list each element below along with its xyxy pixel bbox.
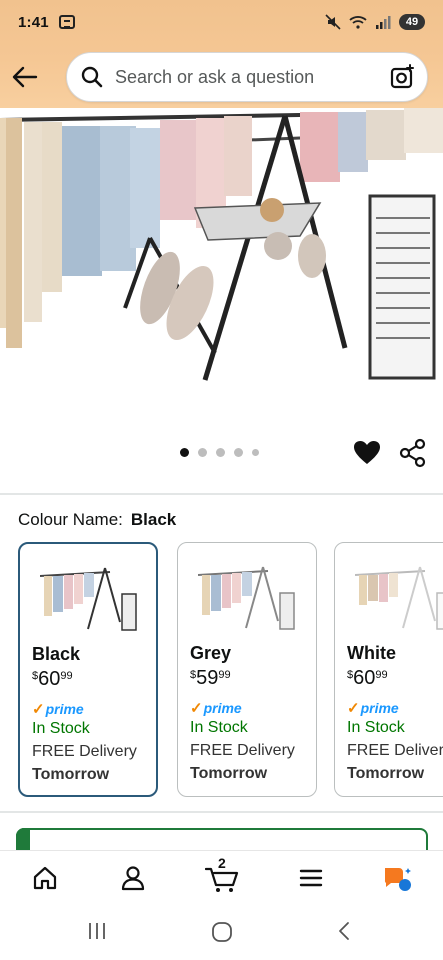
- delivery-info: FREE Delivery: [32, 743, 137, 760]
- variant-name: White: [347, 643, 396, 663]
- header-row: Search or ask a question: [0, 50, 443, 104]
- colour-variants: Black $6099 ✓ prime In Stock FREE Deliver…: [18, 542, 443, 800]
- heart-icon: [354, 441, 380, 464]
- price-cents: 99: [218, 669, 231, 681]
- status-time: 1:41: [18, 13, 49, 31]
- price-currency: $: [347, 669, 354, 681]
- cart-count: 2: [218, 855, 226, 871]
- camera-lens-icon[interactable]: [389, 64, 415, 90]
- stock-status: In Stock: [347, 719, 405, 736]
- search-icon: [81, 66, 103, 88]
- wishlist-button[interactable]: [352, 438, 382, 468]
- price-currency: $: [32, 670, 39, 682]
- menu-icon: [299, 869, 323, 887]
- status-right-group: 49: [325, 14, 425, 30]
- nav-account[interactable]: [118, 863, 148, 893]
- delivery-date: Tomorrow: [32, 766, 110, 783]
- share-button[interactable]: [398, 438, 428, 468]
- price-cents: 99: [60, 670, 73, 682]
- stock-status: In Stock: [190, 719, 248, 736]
- back-arrow-icon: [12, 66, 38, 88]
- prime-check-icon: ✓: [32, 701, 45, 718]
- prime-badge: ✓ prime: [32, 700, 84, 718]
- stock-status: In Stock: [32, 720, 90, 737]
- variant-thumbnail: [198, 566, 295, 630]
- variant-card-grey[interactable]: Grey $5999 ✓ prime In Stock FREE Delivery…: [177, 542, 317, 797]
- prime-check-icon: ✓: [190, 700, 203, 717]
- nav-rufus[interactable]: [382, 863, 412, 893]
- chevron-left-icon: [339, 922, 349, 940]
- carousel-dots[interactable]: [180, 448, 259, 457]
- carousel-dot[interactable]: [180, 448, 189, 457]
- price-whole: 60: [38, 668, 61, 690]
- home-icon: [33, 866, 57, 890]
- colour-name-value: Black: [130, 510, 177, 529]
- carousel-dot[interactable]: [198, 448, 207, 457]
- signal-icon: [376, 16, 391, 29]
- rufus-ai-icon: [384, 868, 411, 891]
- recent-apps-button[interactable]: [86, 920, 112, 946]
- prime-check-icon: ✓: [347, 700, 360, 717]
- system-back-button[interactable]: [334, 920, 360, 946]
- account-icon: [121, 866, 145, 891]
- status-bar: 1:41 49: [0, 0, 443, 44]
- section-divider: [0, 493, 443, 495]
- search-placeholder: Search or ask a question: [115, 66, 315, 87]
- colour-name-label: Colour Name:: [18, 510, 123, 529]
- share-icon: [399, 438, 426, 468]
- home-circle-icon: [212, 922, 232, 942]
- delivery-date: Tomorrow: [347, 765, 425, 782]
- mute-icon: [325, 14, 341, 30]
- carousel-dot[interactable]: [234, 448, 243, 457]
- colour-name-row: Colour Name: Black: [18, 510, 176, 530]
- price-whole: 60: [353, 667, 376, 689]
- variant-thumbnail: [40, 567, 137, 631]
- bottom-nav: 2: [0, 850, 443, 904]
- delivery-date: Tomorrow: [190, 765, 268, 782]
- section-divider: [0, 811, 443, 813]
- variant-name: Black: [32, 644, 81, 664]
- system-nav-bar: [0, 904, 443, 960]
- variant-name: Grey: [190, 643, 232, 663]
- top-bar: 1:41 49 Search or ask a question: [0, 0, 443, 108]
- home-button[interactable]: [210, 920, 236, 946]
- carousel-dot[interactable]: [216, 448, 225, 457]
- nav-cart[interactable]: 2: [204, 855, 240, 893]
- prime-label: prime: [45, 701, 84, 717]
- variant-card-white[interactable]: White $6099 ✓ prime In Stock FREE Deliver…: [334, 542, 443, 797]
- variant-price: $5999: [190, 667, 231, 690]
- prime-badge: ✓ prime: [190, 699, 242, 717]
- carousel-dot[interactable]: [252, 449, 259, 456]
- back-button[interactable]: [0, 50, 50, 104]
- prime-label: prime: [203, 700, 242, 716]
- prime-label: prime: [360, 700, 399, 716]
- price-whole: 59: [196, 667, 219, 689]
- variant-card-black[interactable]: Black $6099 ✓ prime In Stock FREE Deliver…: [18, 542, 158, 797]
- delivery-info: FREE Delivery: [347, 742, 443, 759]
- variant-price: $6099: [32, 668, 73, 691]
- screenshot-notification-icon: [58, 15, 75, 29]
- product-image[interactable]: [0, 108, 443, 428]
- prime-badge: ✓ prime: [347, 699, 399, 717]
- price-cents: 99: [375, 669, 388, 681]
- nav-menu[interactable]: [296, 863, 326, 893]
- search-input[interactable]: Search or ask a question: [66, 52, 428, 102]
- wifi-icon: [349, 16, 367, 29]
- delivery-info: FREE Delivery: [190, 742, 295, 759]
- variant-thumbnail: [355, 566, 443, 630]
- carousel-row: [0, 430, 443, 476]
- recent-apps-icon: [89, 923, 105, 939]
- price-currency: $: [190, 669, 197, 681]
- nav-home[interactable]: [30, 863, 60, 893]
- battery-indicator: 49: [399, 14, 425, 30]
- variant-price: $6099: [347, 667, 388, 690]
- drying-rack-illustration: [0, 108, 443, 428]
